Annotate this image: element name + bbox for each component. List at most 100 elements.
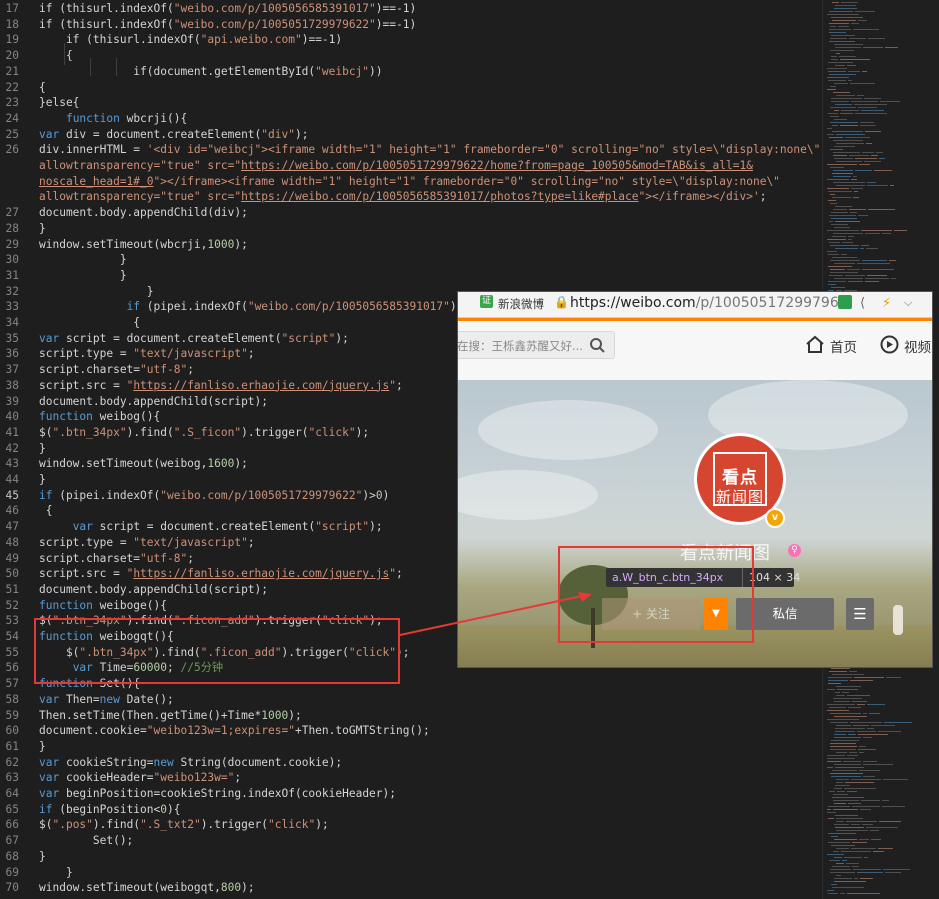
code-line[interactable]: 30 } [0,252,822,268]
code-line[interactable]: 19 if (thisurl.indexOf("api.weibo.com")=… [0,32,822,48]
qr-icon[interactable] [838,295,852,309]
minimap-line [827,251,837,252]
minimap-line [850,680,873,681]
search-icon[interactable] [589,337,605,353]
code-line[interactable]: 20 { [0,48,822,64]
code-line[interactable]: 64 var beginPosition=cookieString.indexOf… [0,786,822,802]
minimap-line [834,824,849,825]
minimap-line [854,677,884,678]
url-text[interactable]: https://weibo.com/p/100505172997962 [570,295,848,311]
minimap-line [833,182,865,183]
code-line[interactable]: 23}else{ [0,95,822,111]
line-number: 27 [5,206,19,220]
code-line[interactable]: 65 if (beginPosition<0){ [0,802,822,818]
line-number: 43 [5,457,19,471]
minimap-line [827,188,849,189]
code-line[interactable]: 61} [0,739,822,755]
code-line[interactable]: 26 div.innerHTML = '<div id="weibcj"><ifr… [0,142,822,158]
minimap-line [835,827,864,828]
minimap-line [828,833,856,834]
code-line[interactable]: 29 window.setTimeout(wbcrji,1000); [0,237,822,253]
line-number: 39 [5,394,19,408]
minimap-line [831,59,838,60]
minimap-line [830,713,861,714]
minimap-line [830,149,843,150]
nav-home[interactable]: 首页 [830,336,857,356]
more-menu-button[interactable]: ☰ [846,598,874,630]
code-line[interactable]: 28} [0,221,822,237]
code-line[interactable]: 63 var cookieHeader="weibo123w="; [0,770,822,786]
avatar-logo-text: 看点 [722,468,758,488]
minimap-line [846,863,859,864]
minimap-line [885,47,898,48]
minimap-line [836,821,844,822]
minimap-line [840,59,870,60]
video-icon[interactable] [880,335,899,354]
minimap-line [827,761,841,762]
code-line[interactable]: 31 } [0,268,822,284]
code-line[interactable]: 58 var Then=new Date(); [0,692,822,708]
minimap-line [867,275,887,276]
share-icon[interactable]: ⟨ [860,296,865,311]
minimap-line [827,689,835,690]
code-line[interactable]: 69 } [0,865,822,881]
address-bar[interactable]: 证 新浪微博 🔒 https://weibo.com/p/10050517299… [458,292,932,318]
code-line[interactable]: 24 function wbcrji(){ [0,111,822,127]
minimap-line [889,260,896,261]
chevron-down-icon[interactable]: ⌵ [904,296,912,310]
minimap-line [862,71,867,72]
minimap-line [848,71,860,72]
line-number: 49 [5,551,19,565]
minimap-line [855,170,872,171]
search-input[interactable]: 在搜：王栎鑫苏醒又好... [458,331,615,359]
minimap-line [834,158,853,159]
code-line[interactable]: 25 var div = document.createElement("div"… [0,127,822,143]
code-line[interactable]: 22 { [0,80,822,96]
nav-video[interactable]: 视频 [904,336,931,356]
line-code: noscale_head=1#_0"></iframe><iframe widt… [39,174,780,188]
minimap-line [833,140,863,141]
code-line[interactable]: 18 if (thisurl.indexOf("weibo.com/p/10050… [0,17,822,33]
code-line[interactable]: 70 window.setTimeout(weibogqt,800); [0,880,822,896]
code-line[interactable]: 62 var cookieString=new String(document.c… [0,755,822,771]
minimap-line [829,32,846,33]
line-number: 34 [5,316,19,329]
home-icon[interactable] [805,335,825,353]
line-code: }else{ [39,96,80,110]
code-line[interactable]: 59 Then.setTime(Then.getTime()+Time*1000)… [0,708,822,724]
minimap-line [834,839,857,840]
minimap-line [835,692,840,693]
code-line[interactable]: 68} [0,849,822,865]
minimap-line [864,98,881,99]
code-line[interactable]: 60 document.cookie="weibo123w=1;expires="… [0,723,822,739]
minimap-line [832,131,863,132]
minimap-line [831,56,837,57]
minimap-line [836,752,847,753]
code-line[interactable]: allowtransparency="true" src="https://we… [0,189,822,205]
tab-label[interactable]: 新浪微博 [498,296,544,312]
code-line[interactable]: 21 if(document.getElementById("weibcj")) [0,64,822,80]
minimap-line [848,281,863,282]
minimap-line [831,35,855,36]
minimap-line [827,239,846,240]
code-line[interactable]: 67 Set(); [0,833,822,849]
lightning-icon[interactable]: ⚡ [882,296,891,311]
line-number: 67 [5,834,19,848]
minimap-line [827,164,857,165]
minimap-line [833,794,848,795]
minimap-line [844,788,876,789]
code-line[interactable]: allowtransparency="true" src="https://we… [0,158,822,174]
minimap-line [855,113,887,114]
line-number: 60 [5,724,19,738]
code-line[interactable]: noscale_head=1#_0"></iframe><iframe widt… [0,174,822,190]
minimap-line [865,131,881,132]
code-line[interactable]: 27 document.body.appendChild(div); [0,205,822,221]
minimap-line [849,155,869,156]
code-line[interactable]: 66 $(".pos").find(".S_txt2").trigger("cli… [0,817,822,833]
minimap-line [830,194,835,195]
code-line[interactable]: 17 if (thisurl.indexOf("weibo.com/p/10050… [0,1,822,17]
line-number: 20 [5,49,19,63]
minimap-line [840,125,858,126]
minimap-line [884,722,912,723]
person-figure [893,605,903,635]
